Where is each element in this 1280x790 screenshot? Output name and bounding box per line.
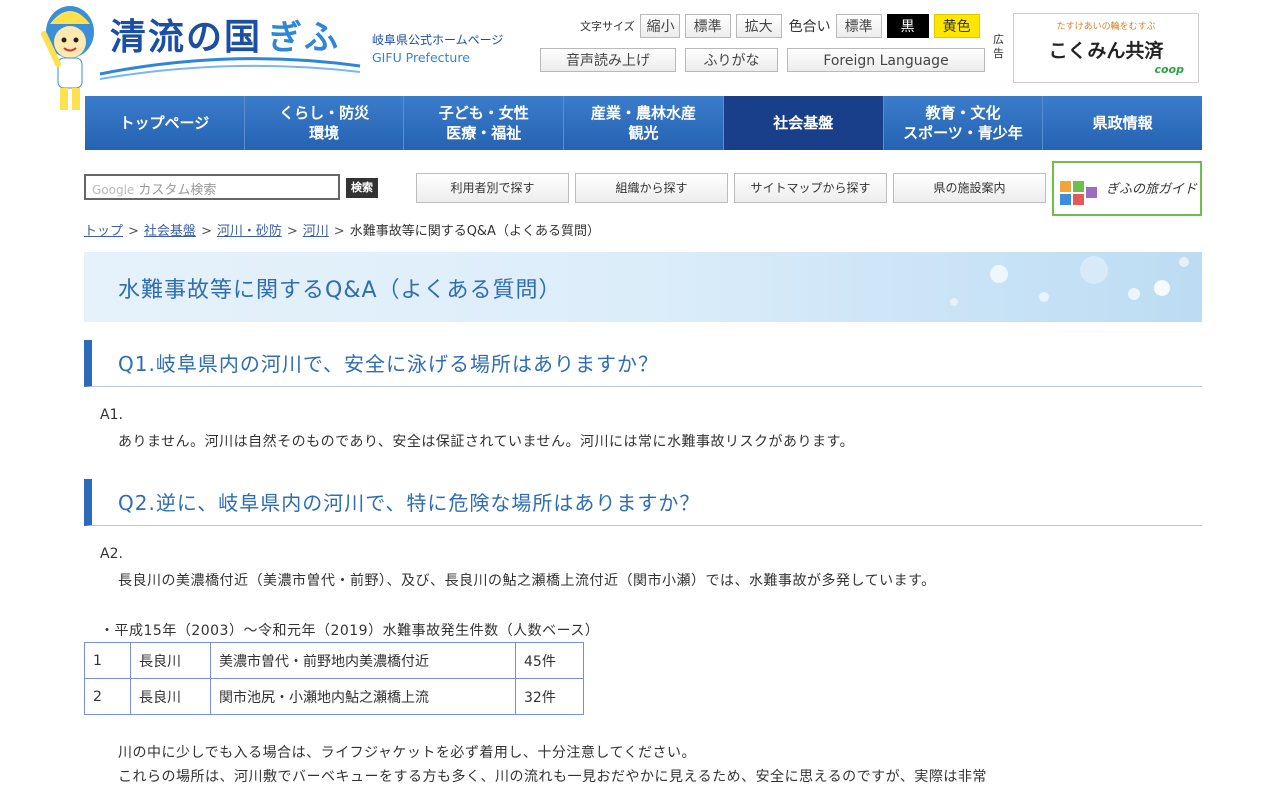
q2-heading: Q2.逆に、岐阜県内の河川で、特に危険な場所はありますか？ <box>84 479 1202 526</box>
accessibility-row: 音声読み上げ ふりがな Foreign Language <box>540 48 985 72</box>
site-header: 清流の国 ぎふ 岐阜県公式ホームページ GIFU Prefecture 文字サイズ… <box>0 0 1280 110</box>
q1-heading-text: Q1.岐阜県内の河川で、安全に泳げる場所はありますか？ <box>118 352 660 376</box>
note-life-jacket: 川の中に少しでも入る場合は、ライフジャケットを必ず着用し、十分注意してください。 <box>118 745 697 761</box>
page-title: 水難事故等に関するQ&A（よくある質問） <box>118 278 562 303</box>
breadcrumb: トップ > 社会基盤 > 河川・砂防 > 河川 > 水難事故等に関するQ&A（よくある質問） <box>84 220 600 239</box>
note-danger-detail: これらの場所は、河川敷でバーベキューをする方も多く、川の流れも一見おだやかに見え… <box>118 769 987 785</box>
subnav-by-user-button[interactable]: 利用者別で探す <box>416 173 569 203</box>
breadcrumb-link-infrastructure[interactable]: 社会基盤 <box>144 224 196 239</box>
nav-item-life[interactable]: くらし・防災 環境 <box>244 96 405 150</box>
nav-item-children[interactable]: 子ども・女性 医療・福祉 <box>404 96 565 150</box>
foreign-language-button[interactable]: Foreign Language <box>787 48 985 72</box>
nav-item-infrastructure[interactable]: 社会基盤 <box>723 96 884 150</box>
color-yellow-button[interactable]: 黄色 <box>933 14 980 38</box>
nav-item-top[interactable]: トップページ <box>85 96 245 150</box>
accident-stats-table: 1 長良川 美濃市曽代・前野地内美濃橋付近 45件 2 長良川 関市池尻・小瀬地… <box>84 642 584 715</box>
display-settings-row: 文字サイズ 縮小 標準 拡大 色合い 標準 黒 黄色 <box>580 14 980 38</box>
font-size-standard-button[interactable]: 標準 <box>684 14 731 38</box>
logo-subtitle-en: GIFU Prefecture <box>372 50 470 65</box>
nav-item-government[interactable]: 県政情報 <box>1043 96 1203 150</box>
a1-text: ありません。河川は自然そのものであり、安全は保証されていません。河川には常に水難… <box>118 434 855 450</box>
nav-item-industry[interactable]: 産業・農林水産 観光 <box>564 96 724 150</box>
table-row: 1 長良川 美濃市曽代・前野地内美濃橋付近 45件 <box>84 642 584 679</box>
a2-text: 長良川の美濃橋付近（美濃市曽代・前野）、及び、長良川の鮎之瀬橋上流付近（関市小瀬… <box>118 573 936 589</box>
travel-guide-icon <box>1060 181 1097 205</box>
table-cell-no: 1 <box>84 642 131 679</box>
font-size-small-button[interactable]: 縮小 <box>639 14 680 38</box>
subnav-sitemap-button[interactable]: サイトマップから探す <box>734 173 887 203</box>
travel-guide-banner[interactable]: ぎふの旅ガイド <box>1052 161 1202 216</box>
breadcrumb-current: 水難事故等に関するQ&A（よくある質問） <box>349 224 600 239</box>
breadcrumb-separator: > <box>286 224 298 239</box>
subnav-by-organization-button[interactable]: 組織から探す <box>575 173 728 203</box>
a1-label: A1. <box>100 407 123 423</box>
breadcrumb-separator: > <box>128 224 139 239</box>
ad-coop-logo: coop <box>1154 63 1184 76</box>
breadcrumb-link-top[interactable]: トップ <box>84 224 123 239</box>
nav-item-education[interactable]: 教育・文化 スポーツ・青少年 <box>883 96 1044 150</box>
table-cell-river: 長良川 <box>130 642 211 679</box>
font-size-label: 文字サイズ <box>580 20 635 33</box>
subnav-facilities-button[interactable]: 県の施設案内 <box>893 173 1046 203</box>
table-cell-river: 長良川 <box>130 678 211 715</box>
logo-swoosh-icon <box>99 57 361 80</box>
a2-label: A2. <box>100 546 123 562</box>
search-placeholder: カスタム検索 <box>138 183 217 198</box>
breadcrumb-separator: > <box>333 224 345 239</box>
table-cell-no: 2 <box>84 678 131 715</box>
breadcrumb-link-rivers-sabo[interactable]: 河川・砂防 <box>217 224 282 239</box>
travel-guide-label: ぎふの旅ガイド <box>1106 182 1198 197</box>
search-google-prefix: Google <box>92 183 135 197</box>
color-black-button[interactable]: 黒 <box>886 14 929 38</box>
furigana-button[interactable]: ふりがな <box>685 48 778 72</box>
q2-heading-text: Q2.逆に、岐阜県内の河川で、特に危険な場所はありますか？ <box>118 491 701 515</box>
page-title-banner: 水難事故等に関するQ&A（よくある質問） <box>84 252 1202 322</box>
logo-subtitle-jp: 岐阜県公式ホームページ <box>372 33 504 47</box>
color-standard-button[interactable]: 標準 <box>835 14 882 38</box>
read-aloud-button[interactable]: 音声読み上げ <box>540 48 676 72</box>
search-button[interactable]: 検索 <box>346 178 378 198</box>
global-nav: トップページ くらし・防災 環境 子ども・女性 医療・福祉 産業・農林水産 観光… <box>85 96 1203 150</box>
breadcrumb-separator: > <box>200 224 212 239</box>
table-row: 2 長良川 関市池尻・小瀬地内鮎之瀬橋上流 32件 <box>84 678 584 715</box>
stats-caption: ・平成15年（2003）～令和元年（2019）水難事故発生件数（人数ベース） <box>100 623 600 639</box>
ad-label: 広告 <box>993 33 1004 60</box>
table-cell-count: 45件 <box>515 642 584 679</box>
table-cell-location: 関市池尻・小瀬地内鮎之瀬橋上流 <box>210 678 516 715</box>
font-size-large-button[interactable]: 拡大 <box>735 14 782 38</box>
breadcrumb-link-rivers[interactable]: 河川 <box>303 224 329 239</box>
ad-tagline: たすけあいの輪をむすぶ <box>1056 22 1156 32</box>
ad-banner[interactable]: たすけあいの輪をむすぶ こくみん共済 coop <box>1013 13 1199 83</box>
search-input[interactable]: Google カスタム検索 <box>84 174 340 200</box>
color-label: 色合い <box>788 19 831 35</box>
table-cell-count: 32件 <box>515 678 584 715</box>
ad-brand-name: こくみん共済 <box>1048 40 1164 62</box>
q1-heading: Q1.岐阜県内の河川で、安全に泳げる場所はありますか？ <box>84 340 1202 387</box>
table-cell-location: 美濃市曽代・前野地内美濃橋付近 <box>210 642 516 679</box>
